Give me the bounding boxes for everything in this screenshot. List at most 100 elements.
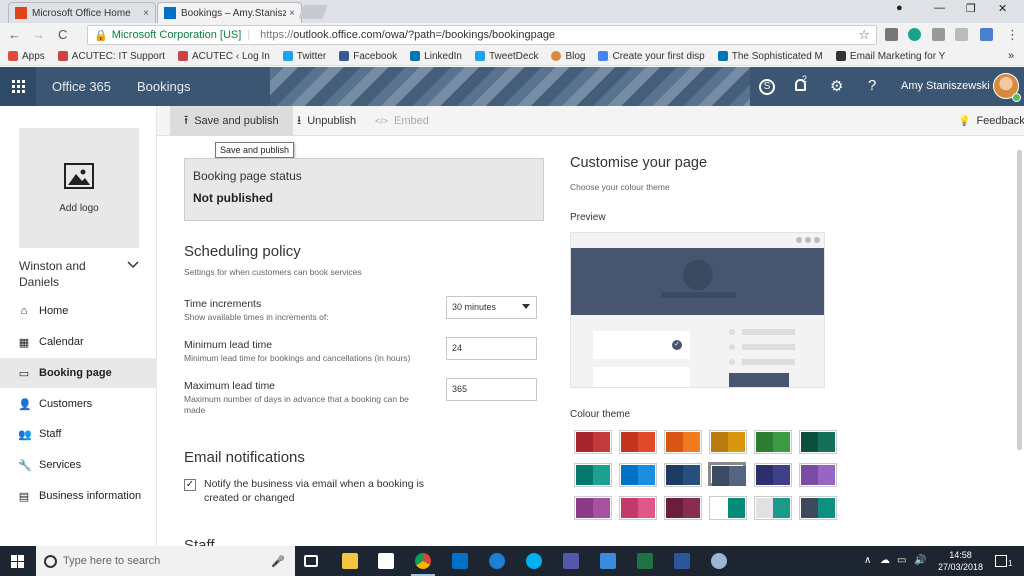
tab-bookings[interactable]: Bookings – Amy.Stanisze × — [157, 2, 302, 23]
bookmark-item[interactable]: TweetDeck — [474, 51, 538, 62]
colour-swatch[interactable] — [708, 462, 746, 486]
colour-swatch[interactable] — [574, 496, 612, 520]
colour-swatch[interactable] — [799, 496, 837, 520]
bookmark-item[interactable]: ACUTEC: IT Support — [57, 51, 165, 62]
extension-icon[interactable] — [885, 28, 898, 41]
skype-icon[interactable]: S — [759, 79, 775, 95]
bookmark-item[interactable]: ACUTEC ‹ Log In — [177, 51, 270, 62]
onedrive-icon[interactable]: ☁ — [880, 555, 890, 566]
taskbar-search-input[interactable]: Type here to search 🎤 — [36, 546, 295, 576]
chrome-icon[interactable] — [415, 553, 431, 569]
action-center-icon[interactable] — [995, 555, 1007, 567]
colour-swatch[interactable] — [574, 463, 612, 487]
sidebar-item-services[interactable]: 🔧 Services — [0, 450, 157, 480]
outlook-icon[interactable] — [452, 553, 468, 569]
sidebar-item-calendar[interactable]: ▦ Calendar — [0, 327, 157, 357]
min-lead-time-input[interactable]: 24 — [446, 337, 537, 360]
colour-swatch[interactable] — [574, 430, 612, 454]
colour-swatch[interactable] — [619, 463, 657, 487]
close-tab-icon[interactable]: × — [143, 8, 149, 19]
windows-start-icon[interactable] — [11, 555, 24, 568]
new-tab-button[interactable] — [298, 5, 328, 19]
file-explorer-icon[interactable] — [342, 553, 358, 569]
feedback-button[interactable]: 💡 Feedback — [944, 106, 1024, 136]
profile-icon[interactable]: ● — [896, 2, 903, 14]
colour-swatch[interactable] — [664, 496, 702, 520]
store-icon[interactable] — [378, 553, 394, 569]
colour-swatch[interactable] — [664, 430, 702, 454]
secure-indicator[interactable]: 🔒 Microsoft Corporation [US] — [88, 29, 241, 42]
business-name[interactable]: Winston and Daniels — [19, 258, 129, 290]
sidebar-item-customers[interactable]: 👤 Customers — [0, 389, 157, 419]
menu-icon[interactable]: ⋮ — [1006, 27, 1019, 43]
chevron-down-icon[interactable] — [127, 258, 139, 272]
app-name[interactable]: Bookings — [137, 79, 190, 94]
volume-icon[interactable]: 🔊 — [914, 555, 926, 566]
sidebar-item-business-information[interactable]: ▤ Business information — [0, 481, 157, 511]
paint-icon[interactable] — [711, 553, 727, 569]
bookmark-item[interactable]: Twitter — [282, 51, 326, 62]
excel-icon[interactable] — [637, 553, 653, 569]
back-icon[interactable]: ← — [8, 27, 21, 42]
help-icon[interactable]: ? — [868, 77, 876, 94]
sidebar-item-home[interactable]: ⌂ Home — [0, 296, 157, 326]
extension-icon[interactable] — [980, 28, 993, 41]
colour-swatch[interactable] — [799, 463, 837, 487]
bookmark-item[interactable]: Create your first disp — [598, 51, 705, 62]
tab-office-home[interactable]: Microsoft Office Home × — [8, 2, 156, 23]
network-icon[interactable]: ▭ — [897, 555, 906, 566]
microphone-icon[interactable]: 🎤 — [271, 555, 285, 568]
scrollbar[interactable] — [1017, 150, 1022, 450]
bookmark-item[interactable]: LinkedIn — [410, 51, 462, 62]
bookmark-item[interactable]: Email Marketing for Y — [835, 51, 945, 62]
teams-icon[interactable] — [563, 553, 579, 569]
colour-swatch[interactable] — [754, 463, 792, 487]
skype-app-icon[interactable] — [526, 553, 542, 569]
star-icon[interactable]: ☆ — [858, 27, 870, 43]
unpublish-button[interactable]: ⭳ Unpublish — [283, 106, 370, 136]
maximize-button[interactable]: ❐ — [966, 2, 976, 15]
bookmark-apps[interactable]: Apps — [8, 51, 45, 62]
add-logo-button[interactable]: Add logo — [19, 128, 139, 248]
notify-business-checkbox[interactable]: ✓ — [184, 479, 196, 491]
reload-icon[interactable]: C — [58, 27, 67, 42]
bookmark-item[interactable]: The Sophisticated M — [717, 51, 823, 62]
colour-swatch[interactable] — [619, 496, 657, 520]
extension-icon[interactable] — [955, 28, 968, 41]
colour-swatch[interactable] — [664, 463, 702, 487]
settings-icon[interactable]: ⚙ — [830, 77, 843, 95]
close-window-button[interactable]: ✕ — [998, 2, 1007, 15]
task-view-icon[interactable] — [304, 555, 318, 567]
close-tab-icon[interactable]: × — [289, 8, 295, 19]
max-lead-time-input[interactable]: 365 — [446, 378, 537, 401]
word-icon[interactable] — [674, 553, 690, 569]
colour-swatch[interactable] — [709, 496, 747, 520]
bookmarks-more-icon[interactable]: » — [1008, 50, 1014, 62]
sidebar-item-staff[interactable]: 👥 Staff — [0, 419, 157, 449]
minimize-button[interactable]: — — [934, 2, 945, 14]
colour-swatch[interactable] — [754, 496, 792, 520]
show-hidden-icons[interactable]: ∧ — [864, 555, 871, 566]
colour-swatch[interactable] — [619, 430, 657, 454]
sidebar-item-booking-page[interactable]: ▭ Booking page — [0, 358, 157, 388]
url-text[interactable]: https://outlook.office.com/owa/?path=/bo… — [260, 29, 555, 41]
taskbar-clock[interactable]: 14:58 27/03/2018 — [938, 549, 983, 573]
colour-swatch[interactable] — [754, 430, 792, 454]
office365-brand[interactable]: Office 365 — [52, 79, 111, 94]
user-name[interactable]: Amy Staniszewski — [901, 80, 990, 92]
edge-icon[interactable] — [489, 553, 505, 569]
colour-swatch[interactable] — [709, 430, 747, 454]
embed-button[interactable]: </> Embed — [361, 106, 443, 136]
bookmark-item[interactable]: Blog — [551, 51, 585, 62]
tweetdeck-icon — [474, 51, 485, 61]
save-and-publish-button[interactable]: ⭱ Save and publish — [170, 106, 293, 136]
app-launcher-icon[interactable] — [0, 67, 36, 106]
colour-swatch[interactable] — [799, 430, 837, 454]
extension-icon[interactable] — [908, 28, 921, 41]
forward-icon[interactable]: → — [32, 27, 45, 42]
remote-desktop-icon[interactable] — [600, 553, 616, 569]
extension-icon[interactable] — [932, 28, 945, 41]
time-increments-select[interactable]: 30 minutes — [446, 296, 537, 319]
address-bar[interactable]: 🔒 Microsoft Corporation [US] | https://o… — [87, 25, 877, 45]
bookmark-item[interactable]: Facebook — [339, 51, 397, 62]
